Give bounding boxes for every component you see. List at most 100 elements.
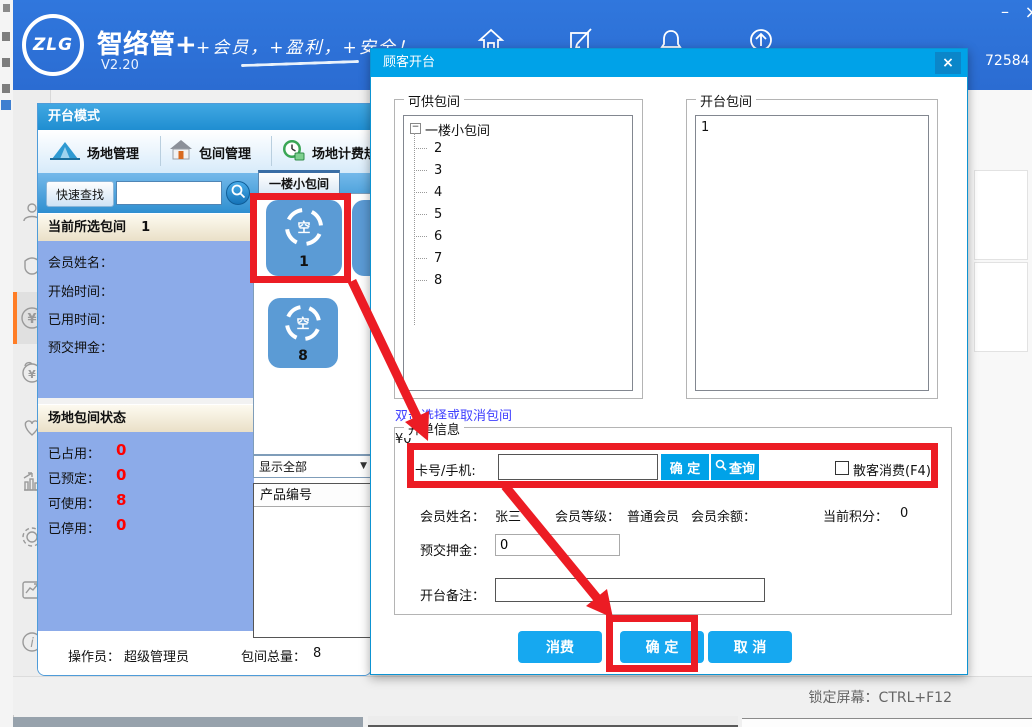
background-bottom-fragment [368, 716, 738, 727]
selected-room-label: 当前所选包间 [48, 220, 126, 235]
dialog-title: 顾客开台 [383, 55, 435, 70]
tree-item-room4[interactable]: 4 [434, 185, 442, 200]
tent-icon [48, 137, 82, 167]
window-fragment [2, 84, 10, 93]
tree-item-room3[interactable]: 3 [434, 163, 442, 178]
chevron-down-icon: ▼ [360, 461, 367, 471]
app-name: 智络管+ [97, 24, 197, 61]
panel-title-bar: 开台模式 [38, 104, 372, 130]
consume-button[interactable]: 消费 [518, 631, 602, 663]
operator-label: 操作员： [68, 646, 120, 665]
background-window-sliver [0, 0, 14, 727]
reserved-label: 已预定： [48, 468, 100, 487]
product-table: 产品编号 [253, 483, 372, 638]
svg-text:空: 空 [297, 220, 310, 236]
filter-dropdown[interactable]: 显示全部 ▼ [253, 455, 372, 478]
window-fragment [1, 100, 11, 110]
card-phone-input[interactable] [498, 454, 658, 480]
room-tile-8[interactable]: 空 8 [268, 298, 338, 368]
available-rooms-group: 可供包间 − 一楼小包间 2 3 4 5 6 7 8 [394, 99, 643, 399]
svg-text:空: 空 [296, 316, 309, 332]
selected-room-header: 当前所选包间 1 [38, 213, 254, 243]
tree-item-room8[interactable]: 8 [434, 273, 442, 288]
tree-expander-icon[interactable]: − [410, 123, 421, 134]
panel-title: 开台模式 [48, 109, 100, 124]
background-bottom-fragment [13, 717, 363, 727]
deposit-label: 预交押金： [48, 337, 113, 356]
member-name-value: 张三 [495, 506, 521, 525]
cancel-button[interactable]: 取 消 [708, 631, 792, 663]
card-query-button[interactable]: 查询 [711, 454, 759, 480]
quick-find-button[interactable]: 快速查找 [46, 181, 114, 207]
corner-number: 72584 [985, 53, 1030, 69]
card-confirm-label: 确 定 [670, 458, 701, 477]
room-info-area: 会员姓名： 开始时间： 已用时间： 预交押金： [38, 241, 254, 398]
card-phone-label: 卡号/手机: [415, 460, 476, 479]
tree-root-node[interactable]: 一楼小包间 [425, 120, 490, 139]
search-icon [715, 459, 727, 475]
dialog-title-bar[interactable]: 顾客开台 × [371, 49, 967, 77]
card-confirm-button[interactable]: 确 定 [661, 454, 709, 480]
dialog-close-button[interactable]: × [935, 52, 961, 74]
confirm-button-label: 确 定 [646, 637, 679, 657]
tree-guide-stub [414, 148, 427, 149]
room-tile-number: 8 [268, 348, 338, 364]
tree-guide-stub [414, 192, 427, 193]
opened-rooms-label: 开台包间 [696, 91, 756, 110]
disabled-value: 0 [116, 516, 126, 534]
window-fragment [2, 32, 10, 41]
screen: ZLG 智络管+ V2.20 +会员，+盈利，+安全！ 72584 – × [0, 0, 1032, 727]
svg-text:¥: ¥ [27, 312, 36, 327]
venue-manage-button[interactable]: 场地管理 [48, 137, 139, 167]
room-status-area: 已占用： 0 已预定： 0 可使用： 8 已停用： 0 [38, 432, 254, 631]
product-table-header: 产品编号 [254, 484, 371, 507]
member-name-label: 会员姓名： [420, 506, 485, 525]
svg-text:i: i [30, 636, 34, 651]
opened-rooms-list[interactable]: 1 [695, 115, 929, 391]
logo-text: ZLG [33, 35, 73, 55]
member-name-label: 会员姓名： [48, 252, 113, 271]
tree-item-room7[interactable]: 7 [434, 251, 442, 266]
close-icon: × [942, 55, 954, 71]
card-query-label: 查询 [729, 458, 755, 477]
background-card [974, 170, 1028, 260]
search-round-button[interactable] [226, 181, 250, 205]
disabled-label: 已停用： [48, 518, 100, 537]
app-version: V2.20 [101, 58, 139, 73]
minimize-button[interactable]: – [993, 2, 1017, 24]
quick-find-label: 快速查找 [56, 186, 104, 203]
remark-input[interactable] [495, 578, 765, 602]
filter-dropdown-value: 显示全部 [259, 460, 307, 474]
rooms-total-label: 包间总量： [241, 646, 306, 665]
member-balance-label: 会员余额： [691, 506, 756, 525]
tree-guide-stub [414, 170, 427, 171]
opened-rooms-group: 开台包间 1 [686, 99, 938, 399]
opened-room-item[interactable]: 1 [701, 120, 928, 135]
tab-room-group[interactable]: 一楼小包间 [258, 170, 340, 194]
quick-find-input[interactable] [116, 181, 222, 205]
room-tile-1[interactable]: 空 1 [266, 200, 342, 276]
open-table-dialog: 顾客开台 × 可供包间 − 一楼小包间 2 3 4 5 [370, 48, 968, 675]
room-manage-button[interactable]: 包间管理 [168, 137, 251, 167]
walkin-checkbox[interactable] [835, 461, 849, 475]
available-rooms-tree[interactable]: − 一楼小包间 2 3 4 5 6 7 8 [403, 115, 633, 391]
empty-room-icon: 空 [282, 302, 324, 344]
product-col-header: 产品编号 [260, 488, 312, 503]
member-level-value: 普通会员 [627, 506, 679, 525]
billing-rules-button[interactable]: 场地计费规则 [279, 137, 372, 167]
close-window-button[interactable]: × [1021, 2, 1032, 24]
tree-item-room2[interactable]: 2 [434, 141, 442, 156]
tree-item-room5[interactable]: 5 [434, 207, 442, 222]
toolbar-separator [271, 136, 272, 166]
member-points-value: 0 [900, 506, 908, 521]
order-info-label: 开单信息 [404, 419, 464, 438]
walkin-checkbox-label: 散客消费(F4) [853, 460, 931, 479]
status-bar: 锁定屏幕：CTRL+F12 [13, 676, 1032, 715]
slogan-underline [241, 60, 359, 67]
deposit-input[interactable] [495, 534, 620, 556]
tree-item-room6[interactable]: 6 [434, 229, 442, 244]
empty-room-icon: 空 [282, 205, 326, 249]
available-label: 可使用： [48, 493, 100, 512]
cancel-button-label: 取 消 [734, 637, 767, 657]
confirm-button[interactable]: 确 定 [620, 631, 704, 663]
